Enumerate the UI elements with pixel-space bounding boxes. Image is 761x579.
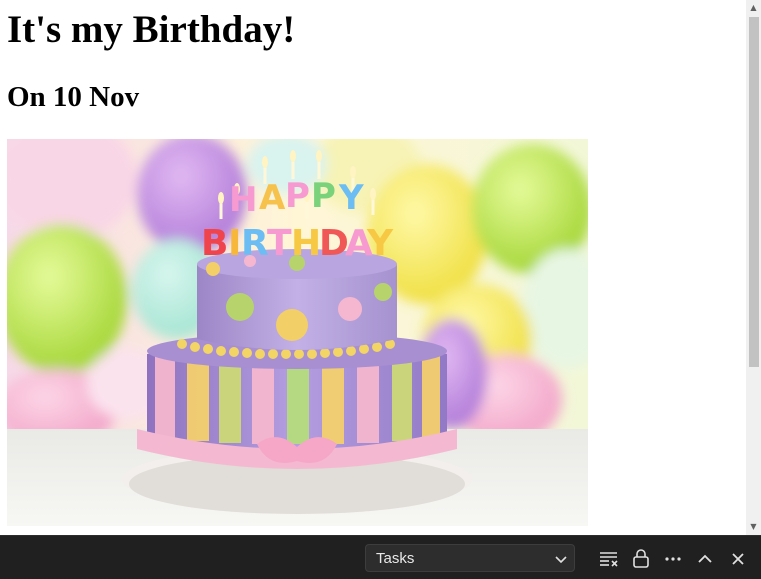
svg-text:P: P: [285, 176, 310, 216]
more-icon[interactable]: [661, 546, 685, 570]
lock-icon[interactable]: [629, 546, 653, 570]
bottom-toolbar: Tasks: [0, 535, 761, 579]
svg-text:I: I: [228, 223, 241, 264]
tasks-dropdown[interactable]: Tasks: [365, 544, 575, 572]
svg-text:P: P: [311, 176, 336, 216]
scroll-thumb[interactable]: [749, 17, 759, 367]
word-wrap-icon[interactable]: [597, 546, 621, 570]
chevron-down-icon: [553, 551, 569, 572]
svg-text:A: A: [259, 178, 286, 218]
svg-text:B: B: [201, 223, 228, 264]
scroll-up-arrow-icon[interactable]: ▲: [746, 0, 761, 16]
browser-viewport: It's my Birthday! On 10 Nov H A P P Y B …: [0, 0, 746, 535]
close-icon[interactable]: [726, 546, 750, 570]
svg-text:T: T: [267, 223, 292, 264]
page-title: It's my Birthday!: [7, 8, 296, 51]
birthday-cake-image: H A P P Y B I R T H D A Y: [7, 139, 588, 526]
svg-text:Y: Y: [338, 178, 364, 218]
vertical-scrollbar[interactable]: ▲ ▼: [746, 0, 761, 535]
chevron-up-icon[interactable]: [693, 546, 717, 570]
svg-text:H: H: [229, 180, 257, 220]
page-subtitle: On 10 Nov: [7, 81, 140, 113]
svg-text:R: R: [241, 223, 269, 264]
svg-text:H: H: [291, 223, 321, 264]
tasks-dropdown-value: Tasks: [376, 550, 415, 567]
svg-text:Y: Y: [366, 223, 394, 264]
scroll-down-arrow-icon[interactable]: ▼: [746, 519, 761, 535]
